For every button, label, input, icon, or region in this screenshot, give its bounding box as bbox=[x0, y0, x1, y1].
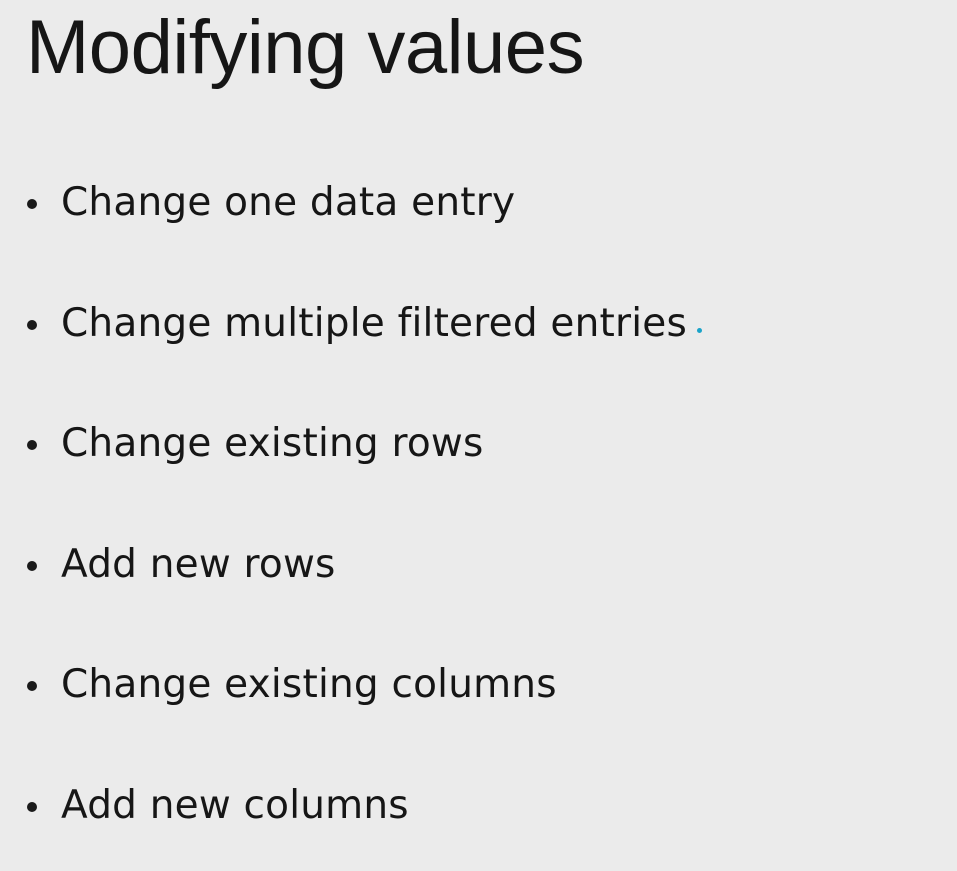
bullet-text: Change multiple filtered entries bbox=[61, 301, 687, 346]
bullet-icon bbox=[27, 199, 37, 209]
bullet-text: Change existing rows bbox=[61, 421, 484, 466]
slide: Modifying values Change one data entry C… bbox=[0, 0, 957, 871]
bullet-icon bbox=[27, 681, 37, 691]
bullet-icon bbox=[27, 561, 37, 571]
bullet-icon bbox=[27, 440, 37, 450]
bullet-text: Add new columns bbox=[61, 783, 409, 828]
bullet-icon bbox=[27, 802, 37, 812]
bullet-icon bbox=[27, 320, 37, 330]
bullet-text: Change one data entry bbox=[61, 180, 516, 225]
bullet-text: Change existing columns bbox=[61, 662, 557, 707]
cursor-dot-icon bbox=[697, 328, 702, 333]
slide-title: Modifying values bbox=[26, 5, 585, 90]
bullet-text: Add new rows bbox=[61, 542, 336, 587]
